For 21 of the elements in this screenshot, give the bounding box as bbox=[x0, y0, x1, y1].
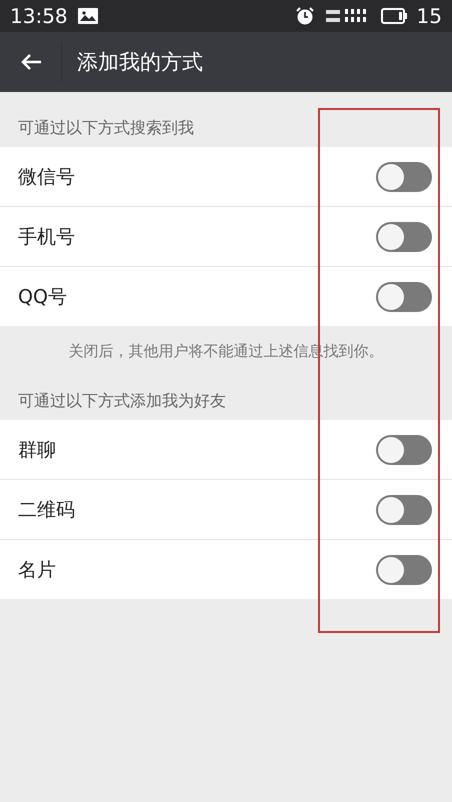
toggle-switch[interactable] bbox=[376, 434, 432, 464]
setting-label: QQ号 bbox=[18, 284, 68, 310]
battery-level: 15 bbox=[416, 4, 442, 28]
toggle-switch[interactable] bbox=[376, 162, 432, 192]
toggle-switch[interactable] bbox=[376, 282, 432, 312]
toggle-switch[interactable] bbox=[376, 554, 432, 584]
back-arrow-icon bbox=[20, 53, 42, 71]
image-icon bbox=[78, 8, 98, 24]
status-time: 13:58 bbox=[10, 4, 68, 28]
setting-label: 微信号 bbox=[18, 164, 76, 190]
setting-label: 名片 bbox=[18, 558, 57, 582]
setting-label: 二维码 bbox=[18, 498, 76, 522]
toggle-switch[interactable] bbox=[376, 222, 432, 252]
page-title: 添加我的方式 bbox=[77, 49, 203, 76]
alarm-icon bbox=[294, 6, 315, 26]
setting-label: 手机号 bbox=[18, 224, 76, 250]
battery-icon bbox=[380, 8, 407, 24]
setting-label: 群聊 bbox=[18, 438, 57, 462]
toggle-switch[interactable] bbox=[376, 494, 432, 524]
section-title: 可通过以下方式搜索到我 bbox=[17, 117, 195, 139]
section-title: 可通过以下方式添加我为好友 bbox=[17, 390, 227, 412]
